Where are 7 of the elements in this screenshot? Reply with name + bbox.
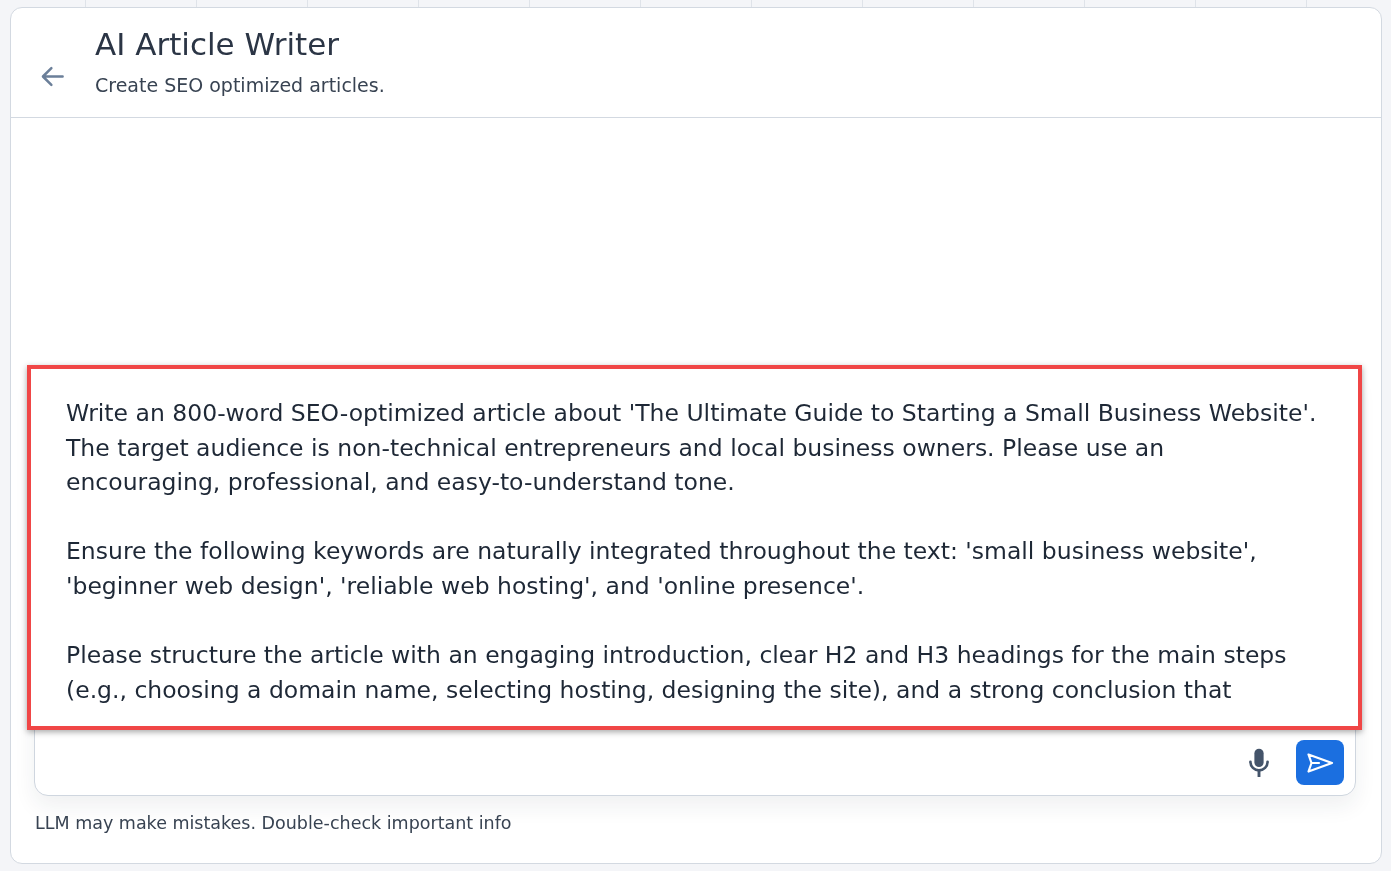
disclaimer-text: LLM may make mistakes. Double-check important info (35, 812, 513, 835)
page-subtitle: Create SEO optimized articles. (95, 73, 385, 98)
prompt-field[interactable]: Write an 800-word SEO-optimized article about 'The Ultimate Guide to Starting a Small Business Website'. The target audience is non-technical entrepreneurs and local business owners. Please use an encouraging, professional, and easy-to-understand tone. Ensure the following keywords are naturally integrated throughout the text: 'small business website', 'beginner web design', 'reliable web hosting', and 'online presence'. Please structure the article with an engaging introduction, clear H2 and H3 headings for the main steps (e.g., choosing a domain name, selecting hosting, designing the site), and a strong conclusion that (31, 369, 1358, 726)
send-icon (1306, 751, 1334, 774)
page-title: AI Article Writer (95, 25, 341, 64)
send-button[interactable] (1296, 740, 1344, 785)
microphone-icon[interactable] (1248, 748, 1270, 777)
